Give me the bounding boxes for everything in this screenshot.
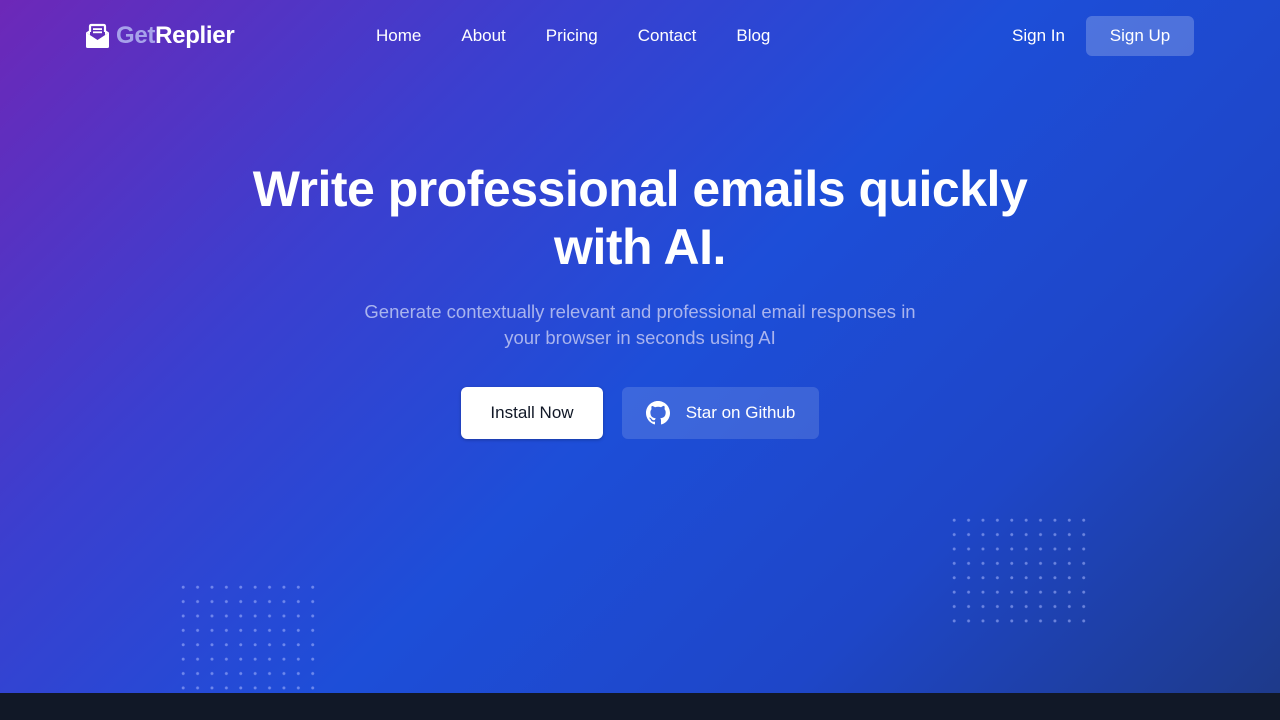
install-now-label: Install Now bbox=[490, 403, 574, 422]
install-now-button[interactable]: Install Now bbox=[461, 387, 603, 439]
hero-section: GetReplier Home About Pricing Contact Bl… bbox=[0, 0, 1280, 693]
dot-pattern-right bbox=[947, 513, 1091, 629]
hero-subtitle-line2: your browser in seconds using AI bbox=[504, 327, 776, 348]
hero-subtitle-line1: Generate contextually relevant and profe… bbox=[364, 301, 916, 322]
brand-suffix: Replier bbox=[155, 22, 235, 49]
nav-link-home[interactable]: Home bbox=[376, 24, 421, 48]
footer-strip bbox=[0, 693, 1280, 720]
hero-headline-line2: with AI. bbox=[554, 219, 726, 275]
hero-headline-line1: Write professional emails quickly bbox=[252, 161, 1028, 217]
brand-name: GetReplier bbox=[116, 20, 235, 52]
nav-link-contact[interactable]: Contact bbox=[638, 24, 697, 48]
sign-up-button[interactable]: Sign Up bbox=[1086, 16, 1194, 56]
hero-subtitle: Generate contextually relevant and profe… bbox=[330, 299, 950, 351]
brand-logo[interactable]: GetReplier bbox=[85, 20, 235, 52]
nav-link-about[interactable]: About bbox=[461, 24, 505, 48]
star-on-github-button[interactable]: Star on Github bbox=[622, 387, 819, 439]
brand-prefix: Get bbox=[116, 22, 156, 49]
hero-headline: Write professional emails quickly with A… bbox=[190, 160, 1090, 276]
nav-link-pricing[interactable]: Pricing bbox=[546, 24, 598, 48]
dot-pattern-left bbox=[176, 580, 320, 693]
star-on-github-label: Star on Github bbox=[685, 403, 796, 422]
github-icon bbox=[645, 401, 670, 425]
navbar: GetReplier Home About Pricing Contact Bl… bbox=[0, 0, 1280, 72]
nav-link-blog[interactable]: Blog bbox=[736, 24, 770, 48]
envelope-icon bbox=[86, 23, 109, 48]
sign-in-link[interactable]: Sign In bbox=[1012, 24, 1065, 48]
nav-links: Home About Pricing Contact Blog bbox=[376, 24, 810, 48]
